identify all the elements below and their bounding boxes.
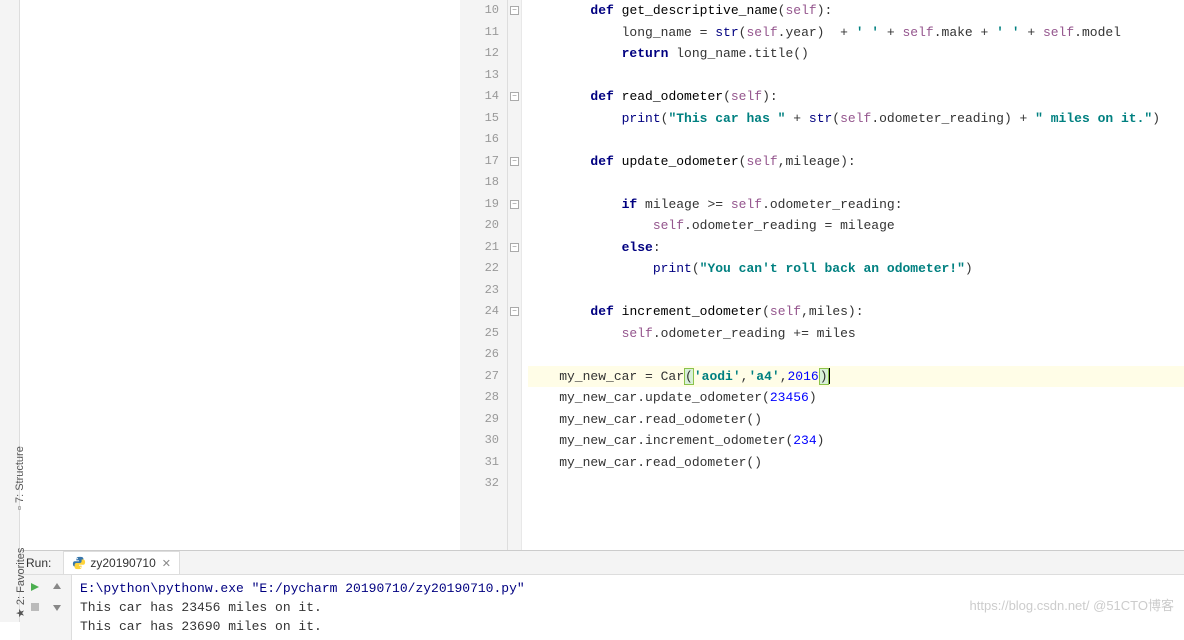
line-number: 10 — [472, 0, 499, 22]
code-line[interactable] — [528, 344, 1184, 366]
code-line[interactable] — [528, 129, 1184, 151]
line-number: 17 — [472, 151, 499, 173]
code-line[interactable]: my_new_car.read_odometer() — [528, 409, 1184, 431]
code-line[interactable] — [528, 65, 1184, 87]
line-number: 28 — [472, 387, 499, 409]
code-line[interactable]: else: — [528, 237, 1184, 259]
code-line[interactable]: self.odometer_reading += miles — [528, 323, 1184, 345]
line-number: 22 — [472, 258, 499, 280]
fold-toggle[interactable]: − — [510, 92, 519, 101]
fold-toggle[interactable]: − — [510, 307, 519, 316]
code-editor[interactable]: 1011121314151617181920212223242526272829… — [20, 0, 1184, 550]
structure-tool-button[interactable]: ▫ 7: Structure — [14, 446, 26, 510]
fold-toggle[interactable]: − — [510, 157, 519, 166]
line-number: 16 — [472, 129, 499, 151]
fold-toggle[interactable]: − — [510, 243, 519, 252]
line-number: 18 — [472, 172, 499, 194]
code-line[interactable]: my_new_car.read_odometer() — [528, 452, 1184, 474]
line-number: 26 — [472, 344, 499, 366]
line-number: 30 — [472, 430, 499, 452]
console-command: E:\python\pythonw.exe "E:/pycharm 201907… — [80, 581, 525, 596]
run-tab-name: zy20190710 — [90, 556, 155, 570]
code-line[interactable]: my_new_car.update_odometer(23456) — [528, 387, 1184, 409]
line-number: 23 — [472, 280, 499, 302]
rerun-button[interactable] — [27, 579, 43, 595]
line-number: 12 — [472, 43, 499, 65]
left-tool-sidebar: ▫ 7: Structure ★ 2: Favorites — [0, 0, 20, 622]
line-number: 29 — [472, 409, 499, 431]
line-number: 24 — [472, 301, 499, 323]
line-number: 13 — [472, 65, 499, 87]
python-icon — [72, 556, 86, 570]
console-line: This car has 23456 miles on it. — [80, 598, 1176, 617]
run-header: Run: zy20190710 ✕ — [20, 551, 1184, 575]
fold-toggle[interactable]: − — [510, 200, 519, 209]
run-tool-window: Run: zy20190710 ✕ E:\python\pythonw.exe … — [20, 550, 1184, 622]
console-toolbar — [20, 575, 72, 640]
code-line[interactable]: if mileage >= self.odometer_reading: — [528, 194, 1184, 216]
code-line[interactable]: print("You can't roll back an odometer!"… — [528, 258, 1184, 280]
up-button[interactable] — [49, 579, 65, 595]
code-line[interactable] — [528, 172, 1184, 194]
console-output[interactable]: E:\python\pythonw.exe "E:/pycharm 201907… — [72, 575, 1184, 640]
line-number: 15 — [472, 108, 499, 130]
favorites-tool-button[interactable]: ★ 2: Favorites — [14, 548, 27, 618]
run-configuration-tab[interactable]: zy20190710 ✕ — [63, 551, 180, 574]
code-line[interactable]: my_new_car = Car('aodi','a4',2016) — [528, 366, 1184, 388]
code-content[interactable]: def get_descriptive_name(self): long_nam… — [522, 0, 1184, 550]
stop-button[interactable] — [27, 599, 43, 615]
code-line[interactable] — [528, 473, 1184, 495]
code-line[interactable]: def get_descriptive_name(self): — [528, 0, 1184, 22]
down-button[interactable] — [49, 599, 65, 615]
line-number: 25 — [472, 323, 499, 345]
code-line[interactable]: my_new_car.increment_odometer(234) — [528, 430, 1184, 452]
code-line[interactable]: def read_odometer(self): — [528, 86, 1184, 108]
line-number-gutter: 1011121314151617181920212223242526272829… — [460, 0, 508, 550]
line-number: 19 — [472, 194, 499, 216]
line-number: 27 — [472, 366, 499, 388]
structure-icon: ▫ — [14, 506, 26, 510]
code-line[interactable]: long_name = str(self.year) + ' ' + self.… — [528, 22, 1184, 44]
run-label: Run: — [26, 556, 51, 570]
code-line[interactable]: return long_name.title() — [528, 43, 1184, 65]
code-line[interactable]: self.odometer_reading = mileage — [528, 215, 1184, 237]
fold-toggle[interactable]: − — [510, 6, 519, 15]
star-icon: ★ — [15, 608, 27, 618]
code-line[interactable]: def increment_odometer(self,miles): — [528, 301, 1184, 323]
line-number: 20 — [472, 215, 499, 237]
line-number: 32 — [472, 473, 499, 495]
line-number: 14 — [472, 86, 499, 108]
code-line[interactable] — [528, 280, 1184, 302]
close-icon[interactable]: ✕ — [162, 557, 171, 570]
line-number: 21 — [472, 237, 499, 259]
code-line[interactable]: def update_odometer(self,mileage): — [528, 151, 1184, 173]
fold-strip: − − − − − − — [508, 0, 522, 550]
line-number: 11 — [472, 22, 499, 44]
line-number: 31 — [472, 452, 499, 474]
console-line: This car has 23690 miles on it. — [80, 617, 1176, 636]
code-line[interactable]: print("This car has " + str(self.odomete… — [528, 108, 1184, 130]
